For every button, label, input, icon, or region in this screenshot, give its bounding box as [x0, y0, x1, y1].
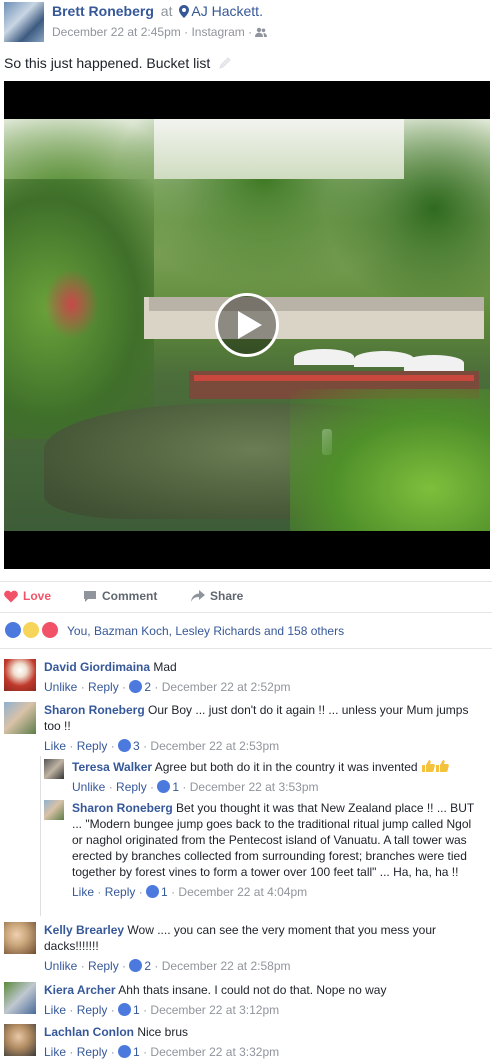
like-count[interactable]: 1: [172, 780, 179, 794]
action-bar: Love Comment Share: [0, 581, 492, 613]
post-text-content: So this just happened. Bucket list: [4, 55, 211, 71]
post-header: Brett Roneberg at AJ Hackett. December 2…: [0, 0, 492, 48]
comment-time[interactable]: December 22 at 2:52pm: [162, 680, 291, 694]
commenter-avatar[interactable]: [4, 659, 36, 691]
like-reaction-icon: [4, 621, 22, 639]
like-count[interactable]: 2: [144, 959, 151, 973]
like-link[interactable]: Like: [72, 885, 94, 899]
like-thumb-icon: [129, 959, 143, 972]
comment-time[interactable]: December 22 at 4:04pm: [178, 885, 307, 899]
comment-button[interactable]: Comment: [83, 589, 157, 603]
comment-text: Ahh thats insane. I could not do that. N…: [118, 983, 387, 997]
comment-time[interactable]: December 22 at 3:32pm: [150, 1045, 279, 1059]
like-thumb-icon: [118, 1003, 132, 1016]
like-link[interactable]: Like: [44, 739, 66, 753]
pencil-icon: [218, 56, 232, 73]
umbrella: [404, 355, 464, 371]
like-link[interactable]: Unlike: [72, 780, 105, 794]
place-link[interactable]: AJ Hackett.: [191, 3, 263, 19]
share-button[interactable]: Share: [191, 589, 243, 603]
reactions-summary[interactable]: You, Bazman Koch, Lesley Richards and 15…: [4, 621, 344, 641]
commenter-name[interactable]: Sharon Roneberg: [44, 703, 145, 717]
comment-text: Nice brus: [137, 1025, 189, 1039]
reply-link[interactable]: Reply: [77, 1003, 108, 1017]
wow-reaction-icon: [22, 621, 41, 639]
reply-link[interactable]: Reply: [105, 885, 136, 899]
like-count[interactable]: 1: [133, 1045, 140, 1059]
meta-separator: ·: [184, 25, 189, 39]
comment-time[interactable]: December 22 at 3:53pm: [190, 780, 319, 794]
commenter-avatar[interactable]: [4, 1024, 36, 1056]
comment-time[interactable]: December 22 at 2:53pm: [150, 739, 279, 753]
railing: [194, 375, 474, 381]
at-word: at: [160, 3, 173, 19]
heart-icon: [4, 590, 18, 603]
comment-text: Agree but both do it in the country it w…: [154, 760, 418, 774]
location-pin-icon: [179, 5, 190, 21]
roof: [149, 297, 484, 311]
commenter-avatar[interactable]: [4, 922, 36, 954]
like-count[interactable]: 1: [133, 1003, 140, 1017]
commenter-avatar[interactable]: [44, 759, 64, 779]
author-avatar[interactable]: [4, 2, 44, 42]
friends-audience-icon[interactable]: [255, 25, 268, 39]
like-count[interactable]: 1: [161, 885, 168, 899]
commenter-name[interactable]: Teresa Walker: [72, 760, 152, 774]
like-link[interactable]: Unlike: [44, 680, 77, 694]
foliage: [290, 389, 490, 531]
play-button[interactable]: [215, 293, 279, 357]
like-thumb-icon: [118, 1045, 132, 1058]
sky: [154, 119, 404, 179]
reply-link[interactable]: Reply: [88, 680, 119, 694]
author-line: Brett Roneberg at AJ Hackett.: [52, 3, 263, 21]
commenter-name[interactable]: Kelly Brearley: [44, 923, 124, 937]
commenter-avatar[interactable]: [4, 702, 36, 734]
comment-text: Mad: [153, 660, 177, 674]
reply-link[interactable]: Reply: [77, 739, 108, 753]
reply-link[interactable]: Reply: [77, 1045, 108, 1059]
like-thumb-icon: [118, 739, 132, 752]
commenter-name[interactable]: Sharon Roneberg: [72, 801, 173, 815]
like-count[interactable]: 3: [133, 739, 140, 753]
reactions-text[interactable]: You, Bazman Koch, Lesley Richards and 15…: [67, 624, 344, 638]
share-arrow-icon: [191, 590, 205, 602]
like-link[interactable]: Like: [44, 1045, 66, 1059]
like-count[interactable]: 2: [144, 680, 151, 694]
like-thumb-icon: [129, 680, 143, 693]
divider: [0, 648, 492, 649]
commenter-name[interactable]: David Giordimaina: [44, 660, 150, 674]
comment-label: Comment: [102, 589, 158, 603]
post-date[interactable]: December 22 at 2:45pm: [52, 25, 181, 39]
post-meta: December 22 at 2:45pm · Instagram ·: [52, 25, 268, 39]
comment-time[interactable]: December 22 at 2:58pm: [162, 959, 291, 973]
comment-time[interactable]: December 22 at 3:12pm: [150, 1003, 279, 1017]
video-player[interactable]: [4, 81, 490, 569]
thumbs-up-emoji: [421, 759, 435, 773]
like-link[interactable]: Unlike: [44, 959, 77, 973]
commenter-name[interactable]: Lachlan Conlon: [44, 1025, 134, 1039]
share-label: Share: [210, 589, 244, 603]
reply-thread-line: [40, 756, 41, 916]
umbrella: [294, 349, 354, 365]
red-plant: [44, 269, 99, 339]
love-button[interactable]: Love: [4, 589, 51, 603]
comment-icon: [84, 591, 96, 602]
post-text: So this just happened. Bucket list: [4, 55, 232, 73]
love-label: Love: [23, 589, 52, 603]
like-thumb-icon: [146, 885, 160, 898]
meta-separator: ·: [248, 25, 253, 39]
like-link[interactable]: Like: [44, 1003, 66, 1017]
commenter-name[interactable]: Kiera Archer: [44, 983, 116, 997]
commenter-avatar[interactable]: [4, 982, 36, 1014]
thumbs-up-emoji: [435, 759, 449, 773]
author-name[interactable]: Brett Roneberg: [52, 3, 154, 19]
post-source[interactable]: Instagram: [191, 25, 244, 39]
reply-link[interactable]: Reply: [116, 780, 147, 794]
commenter-avatar[interactable]: [44, 800, 64, 820]
love-reaction-icon: [40, 621, 59, 639]
like-thumb-icon: [157, 780, 171, 793]
reply-link[interactable]: Reply: [88, 959, 119, 973]
play-icon: [238, 311, 262, 339]
